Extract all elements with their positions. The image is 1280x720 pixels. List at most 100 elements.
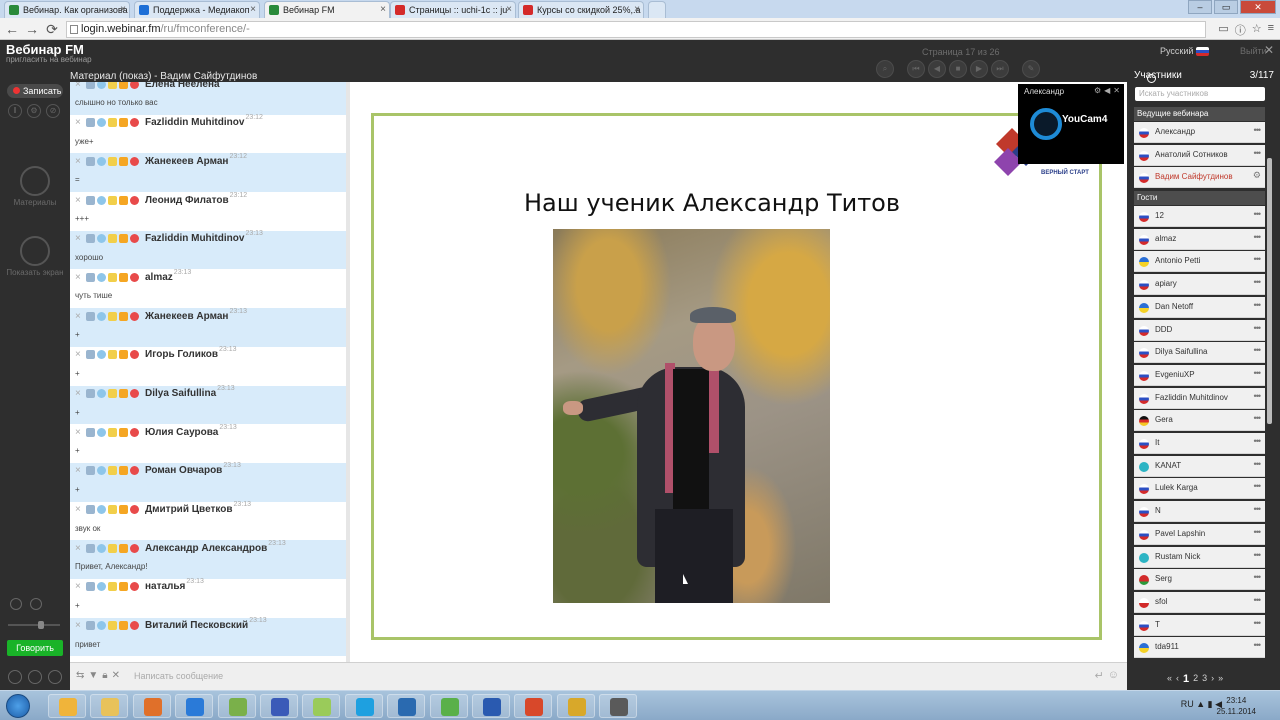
reply-icon[interactable] <box>97 311 106 321</box>
profile-icon[interactable] <box>86 82 95 89</box>
minimize-button[interactable]: – <box>1188 0 1212 14</box>
profile-icon[interactable] <box>86 427 95 437</box>
taskbar-app-button[interactable] <box>48 694 86 718</box>
guest-row[interactable]: Lulek Karga ••• <box>1134 478 1265 500</box>
warn-icon[interactable] <box>108 118 117 128</box>
warn-icon[interactable] <box>108 466 117 476</box>
filter-icon[interactable]: ▼ <box>88 670 98 681</box>
first-page-button[interactable]: ⏮ <box>907 60 925 78</box>
host-row[interactable]: Александр ••• <box>1134 122 1265 143</box>
ban-icon[interactable] <box>130 350 139 360</box>
browser-tab[interactable]: Вебинар. Как организова × <box>4 1 130 18</box>
message-author[interactable]: Игорь Голиков <box>145 349 218 360</box>
delete-message-icon[interactable]: × <box>75 621 84 631</box>
guest-row[interactable]: EvgeniuXP ••• <box>1134 364 1265 386</box>
message-author[interactable]: Виталий Песковский <box>145 620 248 631</box>
guest-row[interactable]: Fazliddin Muhitdinov ••• <box>1134 387 1265 409</box>
taskbar-app-button[interactable] <box>302 694 341 718</box>
profile-icon[interactable] <box>86 350 95 360</box>
ban-icon[interactable] <box>130 311 139 321</box>
guest-row[interactable]: Rustam Nick ••• <box>1134 546 1265 568</box>
pager-last[interactable]: » <box>1218 673 1223 685</box>
ban-icon[interactable] <box>130 543 139 553</box>
speaker-icon[interactable]: ◀ <box>1104 86 1110 95</box>
delete-message-icon[interactable]: × <box>75 195 84 205</box>
message-author[interactable]: Александр Александров <box>145 543 267 554</box>
close-icon[interactable]: ✕ <box>1264 43 1274 57</box>
warn-icon[interactable] <box>108 156 117 166</box>
thumb-icon[interactable] <box>119 350 128 360</box>
pager-page[interactable]: 3 <box>1202 673 1207 685</box>
taskbar-app-button[interactable] <box>429 694 468 718</box>
guest-row[interactable]: sfol ••• <box>1134 591 1265 613</box>
more-options-icon[interactable]: ••• <box>1254 459 1262 469</box>
invite-link[interactable]: пригласить на вебинар <box>6 55 92 64</box>
message-author[interactable]: almaz <box>145 272 173 283</box>
profile-icon[interactable] <box>86 466 95 476</box>
taskbar-app-button[interactable] <box>387 694 426 718</box>
delete-message-icon[interactable]: × <box>75 311 84 321</box>
ban-icon[interactable] <box>130 466 139 476</box>
forward-button[interactable]: → <box>24 21 40 37</box>
menu-icon[interactable]: ≡ <box>1268 22 1274 38</box>
more-options-icon[interactable]: ••• <box>1254 572 1262 582</box>
thumb-icon[interactable] <box>119 466 128 476</box>
guest-row[interactable]: Antonio Petti ••• <box>1134 251 1265 273</box>
warn-icon[interactable] <box>108 505 117 515</box>
more-options-icon[interactable]: ••• <box>1254 232 1262 242</box>
reply-icon[interactable] <box>97 543 106 553</box>
guest-row[interactable]: N ••• <box>1134 501 1265 523</box>
more-options-icon[interactable]: ••• <box>1254 436 1262 446</box>
block-icon[interactable]: ⊘ <box>46 104 60 118</box>
guest-row[interactable]: It ••• <box>1134 433 1265 454</box>
thumb-icon[interactable] <box>119 427 128 437</box>
info-icon[interactable]: ⓘ <box>1235 22 1246 38</box>
warn-icon[interactable] <box>108 311 117 321</box>
reply-icon[interactable] <box>97 82 106 89</box>
message-author[interactable]: Юлия Саурова <box>145 427 218 438</box>
delete-message-icon[interactable]: × <box>75 82 84 89</box>
more-options-icon[interactable]: ••• <box>1254 323 1262 333</box>
guest-row[interactable]: DDD ••• <box>1134 319 1265 341</box>
record-button[interactable]: Записать <box>7 84 63 98</box>
browser-tab[interactable]: Страницы :: uchi-1c :: ju × <box>390 1 516 18</box>
taskbar-app-button[interactable] <box>514 694 553 718</box>
thumb-icon[interactable] <box>119 195 128 205</box>
tab-close-icon[interactable]: × <box>634 4 640 15</box>
tab-close-icon[interactable]: × <box>380 4 386 15</box>
taskbar-app-button[interactable] <box>175 694 214 718</box>
send-icon[interactable]: ↵ <box>1095 669 1104 682</box>
thumb-icon[interactable] <box>119 311 128 321</box>
logout-link[interactable]: Выйти <box>1240 46 1267 56</box>
more-options-icon[interactable]: ••• <box>1254 300 1262 310</box>
thumb-icon[interactable] <box>119 621 128 631</box>
more-options-icon[interactable]: ••• <box>1254 345 1262 355</box>
reply-icon[interactable] <box>97 234 106 244</box>
more-options-icon[interactable]: ••• <box>1254 391 1262 401</box>
guest-row[interactable]: almaz ••• <box>1134 228 1265 250</box>
thumb-icon[interactable] <box>119 505 128 515</box>
tab-close-icon[interactable]: × <box>506 4 512 15</box>
share-screen-button[interactable]: Показать экран <box>0 236 70 277</box>
taskbar-app-button[interactable] <box>132 694 171 718</box>
stop-button[interactable]: ■ <box>949 60 967 78</box>
browser-tab[interactable]: Поддержка - Медиакоп × <box>134 1 260 18</box>
delete-message-icon[interactable]: × <box>75 350 84 360</box>
thumb-icon[interactable] <box>119 234 128 244</box>
webcam-window[interactable]: Александр ⚙ ◀ ✕ YouCam4 <box>1018 84 1124 164</box>
warn-icon[interactable] <box>108 621 117 631</box>
chat-message-input[interactable]: Написать сообщение <box>134 671 223 681</box>
attach-icon[interactable]: ⇆ <box>76 670 84 681</box>
edit-icon[interactable] <box>28 670 42 684</box>
delete-message-icon[interactable]: × <box>75 272 84 282</box>
taskbar-app-button[interactable] <box>344 694 383 718</box>
language-indicator[interactable]: RU <box>1181 699 1194 709</box>
ban-icon[interactable] <box>130 582 139 592</box>
ban-icon[interactable] <box>130 118 139 128</box>
profile-icon[interactable] <box>86 621 95 631</box>
more-options-icon[interactable]: ••• <box>1254 254 1262 264</box>
delete-message-icon[interactable]: × <box>75 543 84 553</box>
volume-slider[interactable] <box>8 620 60 630</box>
profile-icon[interactable] <box>86 195 95 205</box>
profile-icon[interactable] <box>86 582 95 592</box>
